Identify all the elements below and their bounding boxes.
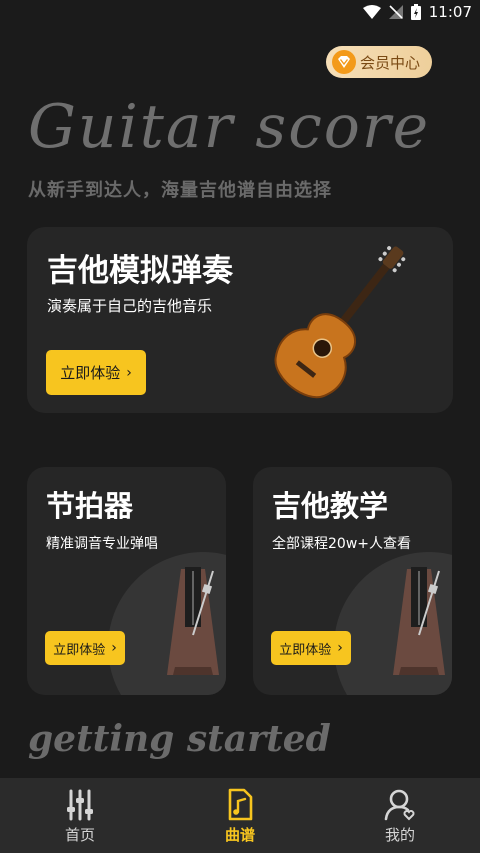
- tab-profile-label: 我的: [384, 826, 415, 844]
- tab-profile[interactable]: 我的: [340, 778, 460, 853]
- diamond-icon: [332, 50, 356, 74]
- vip-label: 会员中心: [360, 53, 421, 72]
- music-note-icon: [228, 788, 253, 821]
- metronome-try-button[interactable]: 立即体验 ›: [45, 631, 125, 665]
- metronome-card[interactable]: 节拍器 精准调音专业弹唱 立即体验 ›: [27, 467, 226, 695]
- wifi-icon: [362, 5, 381, 19]
- chevron-right-icon: ›: [111, 640, 117, 656]
- metronome-title: 节拍器: [46, 489, 134, 523]
- clock-time: 11:07: [428, 3, 472, 21]
- chevron-right-icon: ›: [126, 364, 132, 381]
- tab-home[interactable]: 首页: [20, 778, 140, 853]
- tab-home-label: 首页: [64, 826, 95, 844]
- metronome-desc: 精准调音专业弹唱: [46, 536, 158, 552]
- guitar-card-desc: 演奏属于自己的吉他音乐: [47, 297, 213, 315]
- hero-subtitle: 从新手到达人，海量吉他谱自由选择: [28, 180, 332, 201]
- teaching-try-button[interactable]: 立即体验 ›: [271, 631, 351, 665]
- bottom-tab-bar: 首页 曲谱 我的: [0, 778, 480, 853]
- chevron-right-icon: ›: [337, 640, 343, 656]
- guitar-simulator-card[interactable]: 吉他模拟弹奏 演奏属于自己的吉他音乐 立即体验 ›: [27, 227, 453, 413]
- status-icons: 11:07: [362, 3, 472, 21]
- tab-scores[interactable]: 曲谱: [180, 778, 300, 853]
- vip-center-button[interactable]: 会员中心: [326, 46, 432, 78]
- tab-scores-label: 曲谱: [224, 826, 255, 844]
- acoustic-guitar-icon: [274, 246, 406, 399]
- teaching-try-label: 立即体验: [279, 642, 332, 658]
- teaching-desc: 全部课程20w+人查看: [272, 536, 411, 552]
- profile-icon: [384, 789, 415, 821]
- battery-charging-icon: [410, 4, 421, 20]
- no-signal-icon: [388, 5, 403, 19]
- getting-started-script: getting started: [28, 718, 331, 760]
- guitar-teaching-card[interactable]: 吉他教学 全部课程20w+人查看 立即体验 ›: [253, 467, 452, 695]
- guitar-try-label: 立即体验: [60, 364, 121, 382]
- guitar-card-title: 吉他模拟弹奏: [47, 253, 233, 289]
- equalizer-icon: [67, 789, 93, 821]
- metronome-try-label: 立即体验: [53, 642, 106, 658]
- guitar-try-button[interactable]: 立即体验 ›: [46, 350, 146, 395]
- status-bar: 11:07: [0, 0, 480, 28]
- hero-script-title: Guitar score: [28, 92, 431, 162]
- teaching-title: 吉他教学: [272, 489, 389, 523]
